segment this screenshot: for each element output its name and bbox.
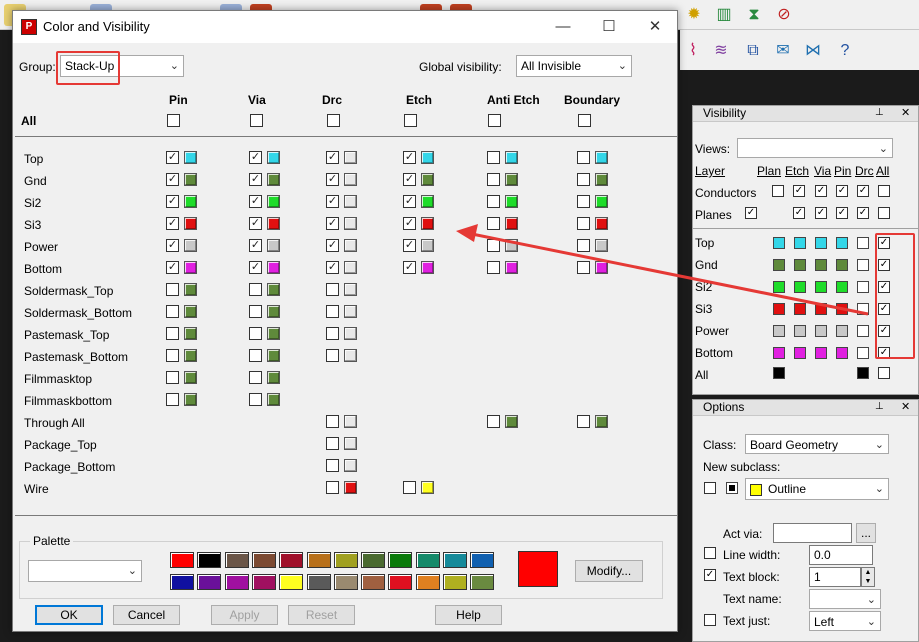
annotation-arrow bbox=[456, 224, 869, 316]
